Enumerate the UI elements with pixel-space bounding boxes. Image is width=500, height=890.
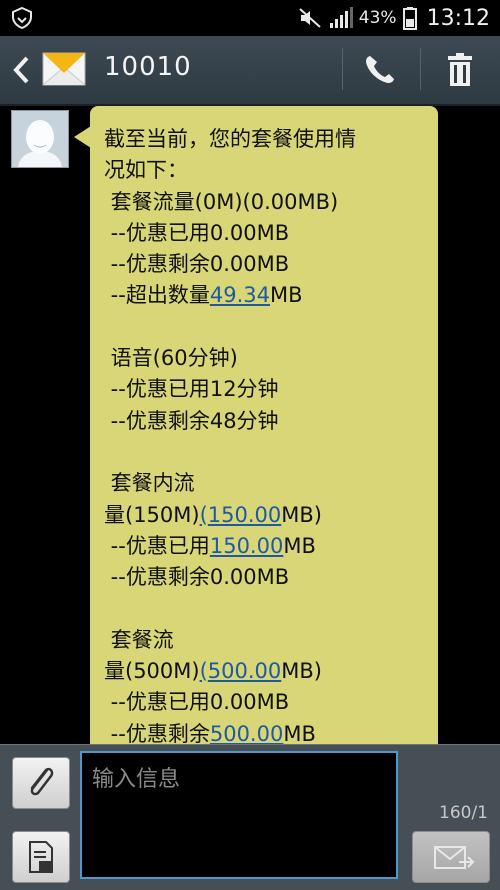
message-line: 况如下： [104,158,188,183]
message-line: --优惠已用0.00MB [104,690,290,715]
message-text-segment: --优惠已用 [104,533,210,558]
avatar[interactable] [11,110,69,168]
message-line [104,593,434,624]
message-line: 套餐流 [104,627,174,652]
message-line: --优惠已用150.00MB [104,531,434,562]
excess-link[interactable]: 49.34 [210,283,270,307]
clock: 13:12 [426,5,490,31]
unit: MB [269,283,303,308]
char-counter: 160/1 [439,803,488,823]
message-line: 套餐流量(0M)(0.00MB) [104,189,339,214]
paren-link[interactable]: ( [200,503,208,527]
message-text-segment: --超出数量 [104,283,210,308]
message-line: 截至当前，您的套餐使用情 [104,127,356,151]
message-text-segment: 量(150M) [104,502,200,527]
message-line: 套餐内流 [104,471,195,496]
shield-icon [12,6,32,30]
conversation-area[interactable]: 截至当前，您的套餐使用情 况如下： 套餐流量(0M)(0.00MB) --优惠已… [0,106,500,746]
message-text-segment: 量(500M) [104,659,200,684]
unit: MB) [281,659,322,684]
paperclip-icon [30,767,54,796]
message-input-placeholder: 输入信息 [92,767,181,792]
message-line: --优惠剩余0.00MB [104,252,290,277]
pkg-total-link[interactable]: 500.00 [208,659,281,683]
message-line: --优惠已用0.00MB [104,220,290,245]
message-line: --优惠剩余48分钟 [104,408,279,433]
action-bar: 10010 [0,36,500,106]
inner-used-link[interactable]: 150.00 [210,534,283,558]
unit: MB [283,533,316,558]
message-text: 截至当前，您的套餐使用情 况如下： 套餐流量(0M)(0.00MB) --优惠已… [104,124,434,746]
inner-total-link[interactable]: 150.00 [208,503,281,527]
message-line: --优惠剩余500.00MB [104,719,434,746]
message-line [104,312,434,343]
unit: MB) [281,502,322,527]
mute-icon [299,8,321,28]
message-line: 量(500M)(500.00MB) [104,656,434,687]
send-icon [434,846,475,869]
divider [342,48,343,90]
message-line: --优惠已用12分钟 [104,377,279,402]
message-line: --超出数量49.34MB [104,280,434,311]
paren-link[interactable]: ( [200,659,208,683]
pkg-remain-link[interactable]: 500.00 [210,722,283,746]
battery-icon [402,7,417,30]
signal-icon [329,7,353,28]
compose-bar: 输入信息 160/1 [0,744,500,890]
message-input[interactable]: 输入信息 [80,751,398,879]
battery-percent: 43% [358,8,397,28]
message-text-segment: --优惠剩余 [104,721,210,746]
envelope-icon [42,52,86,86]
phone-icon[interactable] [358,50,402,90]
template-icon [29,841,53,873]
message-line: 语音(60分钟) [104,346,238,371]
message-line: 量(150M)(150.00MB) [104,500,434,531]
attach-button[interactable] [12,757,70,809]
status-bar: 43% 13:12 [0,0,500,36]
divider [420,48,421,90]
insert-template-button[interactable] [12,831,70,883]
send-button[interactable] [412,831,490,883]
unit: MB [283,721,316,746]
bubble-tail [74,126,91,148]
message-line [104,437,434,468]
back-icon[interactable] [10,54,32,86]
message-line: --优惠剩余0.00MB [104,565,290,590]
trash-icon[interactable] [438,50,482,90]
contact-title: 10010 [104,52,192,82]
